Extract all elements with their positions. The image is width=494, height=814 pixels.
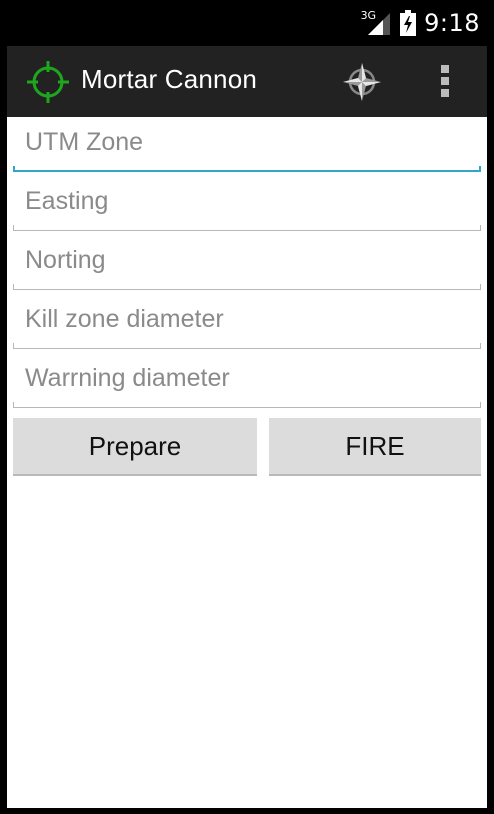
warrning-diameter-placeholder: Warrning diameter (25, 364, 230, 392)
easting-field[interactable]: Easting (13, 181, 481, 231)
overflow-dot (441, 89, 449, 97)
norting-placeholder: Norting (25, 246, 106, 274)
warrning-diameter-field[interactable]: Warrning diameter (13, 358, 481, 408)
utm-zone-field[interactable]: UTM Zone (13, 122, 481, 172)
compass-icon[interactable] (339, 59, 385, 105)
crosshair-icon[interactable] (25, 59, 71, 105)
overflow-dot (441, 77, 449, 85)
fire-button[interactable]: FIRE (269, 418, 481, 476)
norting-underline (13, 284, 481, 290)
utm-zone-underline (13, 166, 481, 172)
easting-underline (13, 225, 481, 231)
app-title: Mortar Cannon (81, 64, 258, 94)
action-bar: Mortar Cannon (7, 46, 487, 117)
status-icons: 3G 9:18 (361, 8, 480, 38)
clock: 9:18 (424, 9, 480, 37)
kill-zone-diameter-underline (13, 343, 481, 349)
network-type-label: 3G (360, 8, 377, 22)
overflow-menu-icon[interactable] (431, 62, 459, 102)
warrning-diameter-underline (13, 402, 481, 408)
battery-charging-icon (400, 10, 417, 36)
utm-zone-placeholder: UTM Zone (25, 128, 144, 156)
kill-zone-diameter-placeholder: Kill zone diameter (25, 305, 224, 333)
norting-field[interactable]: Norting (13, 240, 481, 290)
status-bar: 3G 9:18 (0, 0, 494, 46)
easting-placeholder: Easting (25, 187, 109, 215)
app-window: Mortar Cannon UTM Zone Easting Norting K… (7, 46, 487, 808)
prepare-button[interactable]: Prepare (13, 418, 257, 476)
kill-zone-diameter-field[interactable]: Kill zone diameter (13, 299, 481, 349)
overflow-dot (441, 65, 449, 73)
